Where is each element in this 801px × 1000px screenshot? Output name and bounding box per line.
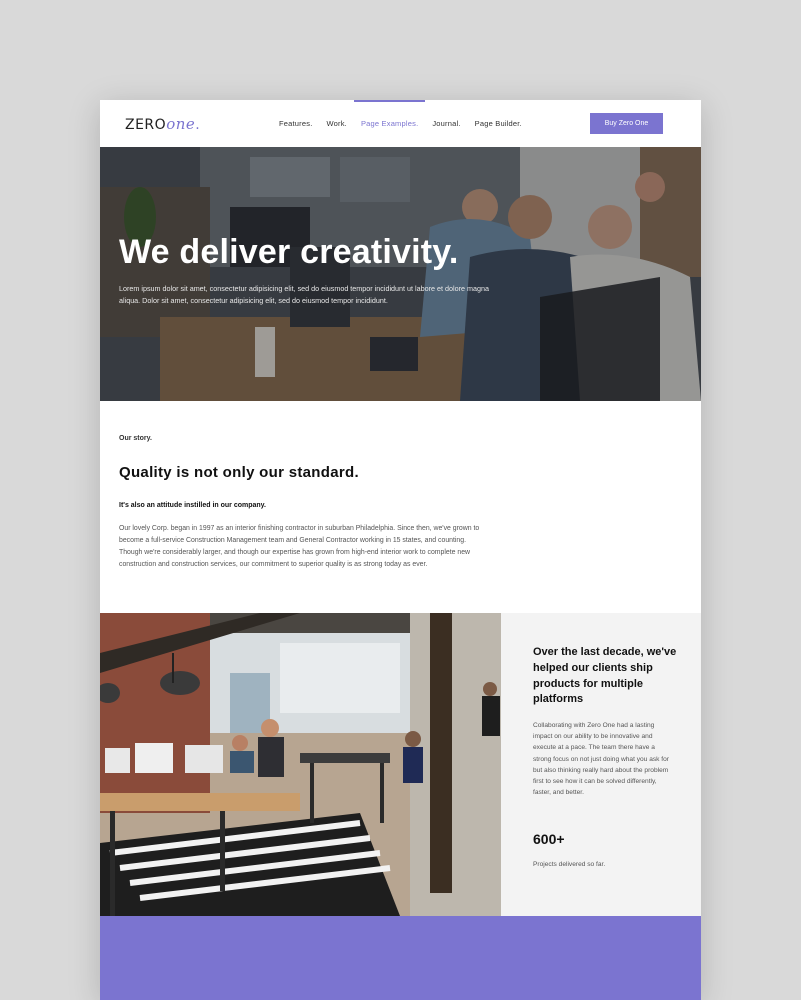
nav-item-work[interactable]: Work. bbox=[319, 100, 353, 147]
hero-overlay bbox=[100, 147, 701, 401]
nav-item-features[interactable]: Features. bbox=[272, 100, 319, 147]
projects-stat: 600+ bbox=[533, 831, 565, 847]
landing-page: ZEROone. Features. Work. Page Examples. … bbox=[100, 100, 701, 1000]
buy-button[interactable]: Buy Zero One bbox=[590, 113, 663, 134]
logo-wordmark-one: one bbox=[166, 115, 196, 133]
nav-item-page-builder[interactable]: Page Builder. bbox=[468, 100, 529, 147]
story-subtitle: It's also an attitude instilled in our c… bbox=[119, 502, 266, 509]
nav-item-journal[interactable]: Journal. bbox=[425, 100, 467, 147]
main-nav: Features. Work. Page Examples. Journal. … bbox=[272, 100, 529, 147]
hero-section: We deliver creativity. Lorem ipsum dolor… bbox=[100, 147, 701, 401]
projects-stat-label: Projects delivered so far. bbox=[533, 861, 606, 868]
decade-title: Over the last decade, we've helped our c… bbox=[533, 646, 677, 706]
office-photo bbox=[100, 613, 501, 916]
story-body: Our lovely Corp. began in 1997 as an int… bbox=[119, 525, 480, 568]
decade-body: Collaborating with Zero One had a lastin… bbox=[533, 722, 669, 797]
hero-text: Lorem ipsum dolor sit amet, consectetur … bbox=[119, 284, 489, 305]
story-label: Our story. bbox=[119, 435, 152, 442]
decade-panel: Over the last decade, we've helped our c… bbox=[501, 613, 701, 916]
hero-title: We deliver creativity. bbox=[119, 233, 459, 271]
site-logo[interactable]: ZEROone. bbox=[125, 115, 200, 133]
nav-item-page-examples[interactable]: Page Examples. bbox=[353, 100, 426, 147]
purple-band bbox=[100, 916, 701, 1000]
story-title: Quality is not only our standard. bbox=[119, 464, 359, 481]
logo-wordmark-zero: ZERO bbox=[125, 117, 167, 133]
office-photo-image bbox=[100, 613, 501, 916]
logo-dot: . bbox=[195, 117, 201, 133]
site-header: ZEROone. Features. Work. Page Examples. … bbox=[100, 100, 701, 147]
